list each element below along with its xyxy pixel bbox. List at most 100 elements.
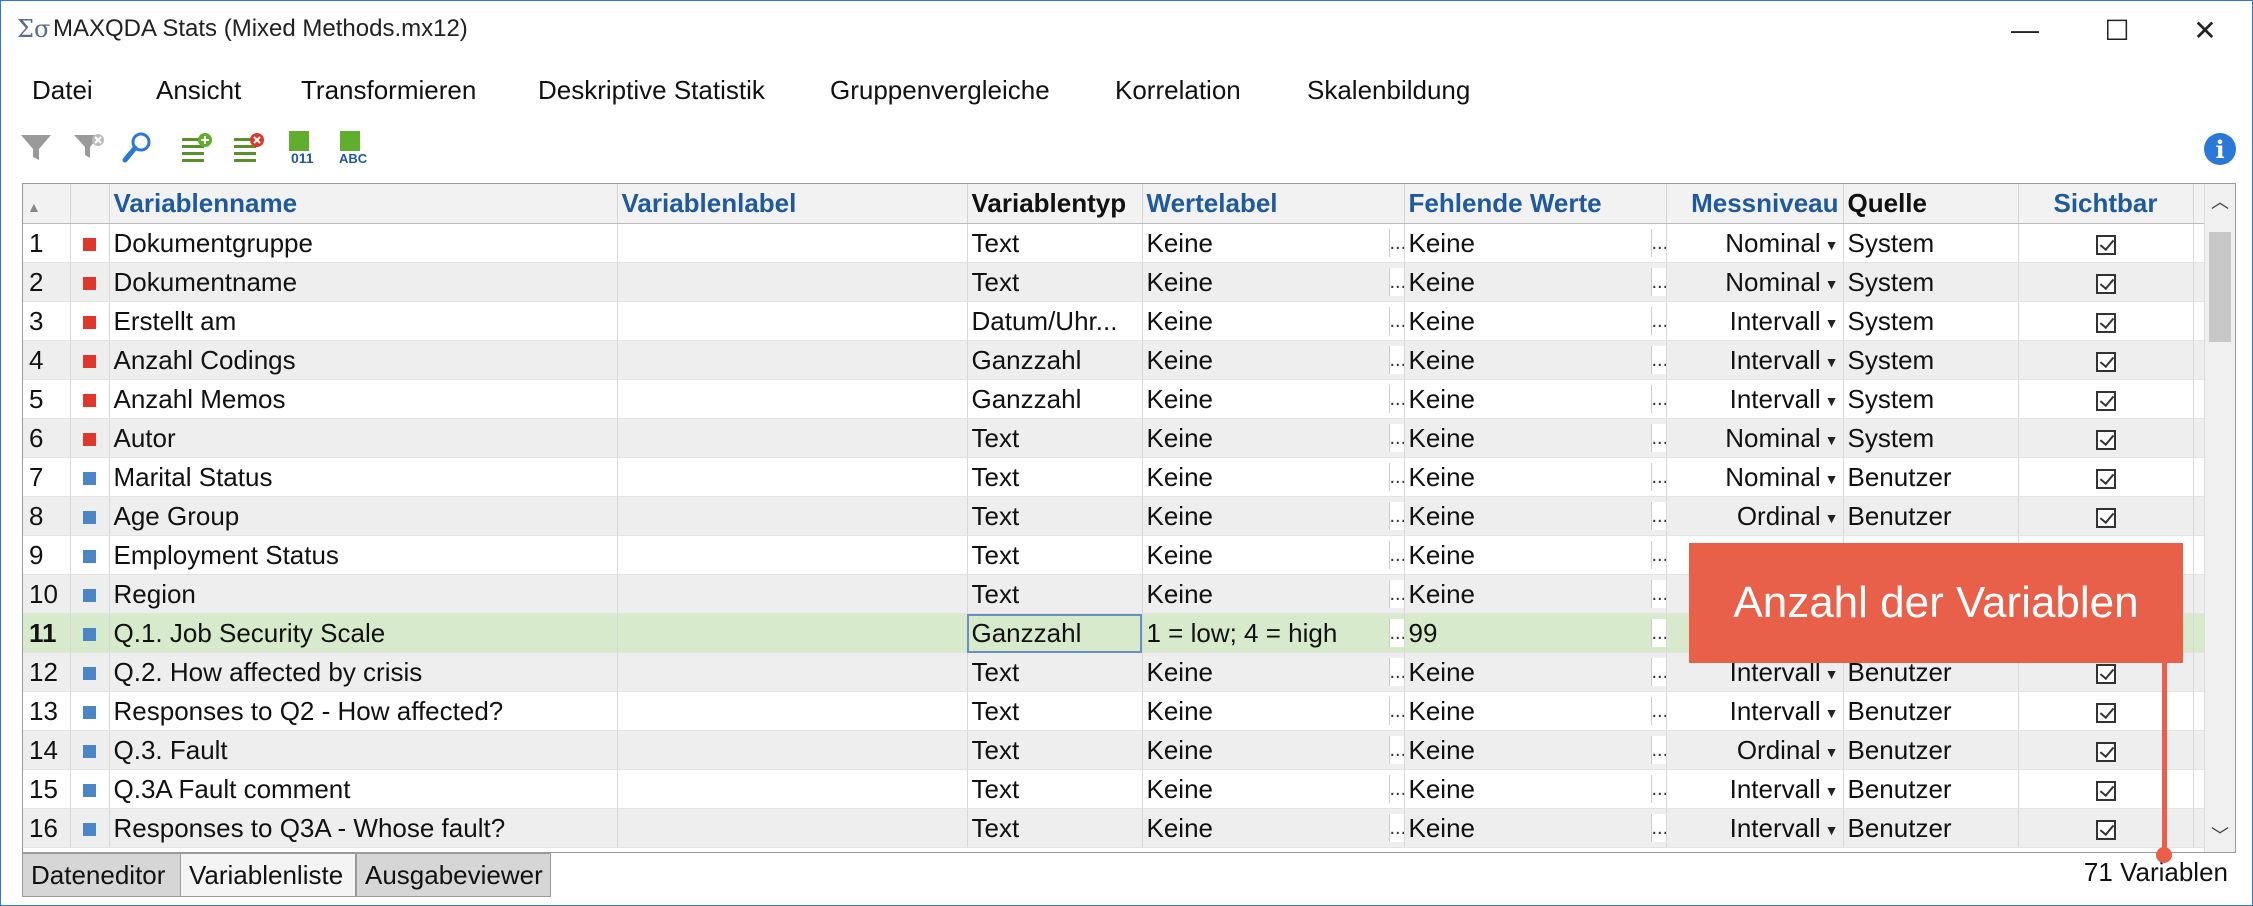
- measurement-level-dropdown[interactable]: Nominal ▼: [1666, 457, 1844, 497]
- maximize-button[interactable]: ☐: [2071, 1, 2163, 59]
- missing-values-cell[interactable]: Keine...: [1404, 457, 1667, 497]
- variable-name-cell[interactable]: Erstellt am: [109, 301, 618, 341]
- variable-label-cell[interactable]: [617, 652, 968, 692]
- visible-checkbox[interactable]: [2095, 273, 2116, 294]
- column-header-messniveau[interactable]: Messniveau: [1666, 184, 1844, 224]
- missing-values-cell[interactable]: Keine...: [1404, 574, 1667, 614]
- variable-type-cell[interactable]: Datum/Uhr...: [967, 301, 1143, 341]
- visible-checkbox-cell[interactable]: [2018, 223, 2194, 263]
- variable-label-cell[interactable]: [617, 496, 968, 536]
- text-variable-icon[interactable]: ABC: [338, 129, 374, 165]
- value-label-ellipsis-button[interactable]: ...: [1388, 385, 1403, 413]
- dropdown-caret-icon[interactable]: ▼: [1825, 315, 1839, 331]
- missing-values-cell[interactable]: Keine...: [1404, 418, 1667, 458]
- table-row[interactable]: 13 Responses to Q2 - How affected? Text Kei…: [23, 691, 2206, 731]
- variable-label-cell[interactable]: [617, 808, 968, 848]
- clear-filter-icon[interactable]: [71, 129, 107, 165]
- dropdown-caret-icon[interactable]: ▼: [1825, 276, 1839, 292]
- missing-values-ellipsis-button[interactable]: ...: [1650, 658, 1665, 686]
- missing-values-ellipsis-button[interactable]: ...: [1650, 814, 1665, 842]
- column-header-quelle[interactable]: Quelle: [1843, 184, 2019, 224]
- column-header-fehlende-werte[interactable]: Fehlende Werte: [1404, 184, 1667, 224]
- table-row[interactable]: 16 Responses to Q3A - Whose fault? Text Kei…: [23, 808, 2206, 848]
- variable-label-cell[interactable]: [617, 340, 968, 380]
- variable-name-cell[interactable]: Employment Status: [109, 535, 618, 575]
- dropdown-caret-icon[interactable]: ▼: [1825, 432, 1839, 448]
- value-label-cell[interactable]: Keine...: [1142, 574, 1405, 614]
- variable-label-cell[interactable]: [617, 418, 968, 458]
- variable-type-cell[interactable]: Text: [967, 652, 1143, 692]
- measurement-level-dropdown[interactable]: Intervall ▼: [1666, 379, 1844, 419]
- table-row[interactable]: 15Q.3A Fault commentTextKeine...Keine...…: [23, 769, 2206, 809]
- variable-label-cell[interactable]: [617, 574, 968, 614]
- variable-type-cell[interactable]: Ganzzahl: [967, 340, 1143, 380]
- missing-values-cell[interactable]: Keine...: [1404, 769, 1667, 809]
- visible-checkbox-cell[interactable]: [2018, 418, 2194, 458]
- missing-values-ellipsis-button[interactable]: ...: [1650, 346, 1665, 374]
- variable-name-cell[interactable]: Autor: [109, 418, 618, 458]
- value-label-ellipsis-button[interactable]: ...: [1388, 424, 1403, 452]
- variable-type-cell[interactable]: Ganzzahl: [967, 379, 1143, 419]
- table-row[interactable]: 5Anzahl MemosGanzzahlKeine...Keine...Int…: [23, 379, 2206, 419]
- dropdown-caret-icon[interactable]: ▼: [1825, 354, 1839, 370]
- visible-checkbox-cell[interactable]: [2018, 301, 2194, 341]
- measurement-level-dropdown[interactable]: Intervall ▼: [1666, 808, 1844, 848]
- missing-values-cell[interactable]: Keine...: [1404, 496, 1667, 536]
- variable-type-cell[interactable]: Text: [967, 769, 1143, 809]
- table-row[interactable]: 4Anzahl CodingsGanzzahlKeine...Keine...I…: [23, 340, 2206, 380]
- table-row[interactable]: 8Age GroupTextKeine...Keine...Ordinal▼Be…: [23, 496, 2206, 536]
- table-row[interactable]: 3Erstellt amDatum/Uhr...Keine...Keine...…: [23, 301, 2206, 341]
- missing-values-cell[interactable]: Keine...: [1404, 652, 1667, 692]
- measurement-level-dropdown[interactable]: Nominal ▼: [1666, 223, 1844, 263]
- missing-values-ellipsis-button[interactable]: ...: [1650, 541, 1665, 569]
- table-row[interactable]: 14Q.3. FaultTextKeine...Keine...Ordinal▼…: [23, 730, 2206, 770]
- variable-name-cell[interactable]: Q.2. How affected by crisis: [109, 652, 618, 692]
- missing-values-ellipsis-button[interactable]: ...: [1650, 697, 1665, 725]
- missing-values-cell[interactable]: Keine...: [1404, 691, 1667, 731]
- variable-type-cell[interactable]: Ganzzahl: [967, 613, 1143, 653]
- row-number[interactable]: 8: [23, 496, 71, 536]
- visible-checkbox[interactable]: [2095, 741, 2116, 762]
- missing-values-ellipsis-button[interactable]: ...: [1650, 229, 1665, 257]
- missing-values-ellipsis-button[interactable]: ...: [1650, 775, 1665, 803]
- variable-label-cell[interactable]: [617, 730, 968, 770]
- column-header-variablentyp[interactable]: Variablentyp: [967, 184, 1143, 224]
- value-label-ellipsis-button[interactable]: ...: [1388, 619, 1403, 647]
- menu-datei[interactable]: Datei: [32, 75, 93, 106]
- missing-values-ellipsis-button[interactable]: ...: [1650, 463, 1665, 491]
- column-header-variablenname[interactable]: Variablenname: [109, 184, 618, 224]
- value-label-cell[interactable]: Keine...: [1142, 808, 1405, 848]
- column-header-sichtbar[interactable]: Sichtbar: [2018, 184, 2194, 224]
- variable-label-cell[interactable]: [617, 379, 968, 419]
- value-label-cell[interactable]: Keine...: [1142, 418, 1405, 458]
- value-label-ellipsis-button[interactable]: ...: [1388, 814, 1403, 842]
- visible-checkbox[interactable]: [2095, 390, 2116, 411]
- variable-type-cell[interactable]: Text: [967, 730, 1143, 770]
- variable-name-cell[interactable]: Q.1. Job Security Scale: [109, 613, 618, 653]
- value-label-cell[interactable]: Keine...: [1142, 769, 1405, 809]
- measurement-level-dropdown[interactable]: Intervall ▼: [1666, 691, 1844, 731]
- menu-gruppenvergleiche[interactable]: Gruppenvergleiche: [830, 75, 1050, 106]
- variable-name-cell[interactable]: Anzahl Memos: [109, 379, 618, 419]
- table-row[interactable]: 1DokumentgruppeTextKeine...Keine...Nomin…: [23, 223, 2206, 263]
- value-label-ellipsis-button[interactable]: ...: [1388, 346, 1403, 374]
- dropdown-caret-icon[interactable]: ▼: [1825, 822, 1839, 838]
- row-number[interactable]: 16: [23, 808, 71, 848]
- variable-name-cell[interactable]: Q.3A Fault comment: [109, 769, 618, 809]
- missing-values-cell[interactable]: Keine...: [1404, 262, 1667, 302]
- variable-label-cell[interactable]: [617, 262, 968, 302]
- visible-checkbox-cell[interactable]: [2018, 457, 2194, 497]
- dropdown-caret-icon[interactable]: ▼: [1825, 744, 1839, 760]
- dropdown-caret-icon[interactable]: ▼: [1825, 471, 1839, 487]
- tab-variablenliste[interactable]: Variablenliste: [180, 853, 356, 897]
- visible-checkbox[interactable]: [2095, 312, 2116, 333]
- visible-checkbox-cell[interactable]: [2018, 496, 2194, 536]
- row-number[interactable]: 6: [23, 418, 71, 458]
- value-label-cell[interactable]: Keine...: [1142, 730, 1405, 770]
- missing-values-ellipsis-button[interactable]: ...: [1650, 424, 1665, 452]
- variable-type-cell[interactable]: Text: [967, 457, 1143, 497]
- value-label-ellipsis-button[interactable]: ...: [1388, 580, 1403, 608]
- value-label-ellipsis-button[interactable]: ...: [1388, 658, 1403, 686]
- measurement-level-dropdown[interactable]: Intervall ▼: [1666, 301, 1844, 341]
- visible-checkbox[interactable]: [2095, 468, 2116, 489]
